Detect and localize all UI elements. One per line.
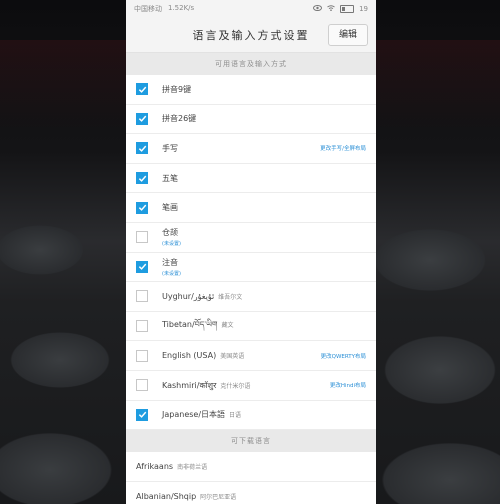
input-method-list: 拼音9键拼音26键手写 更改手写/全屏布局五笔笔画仓颉 (未设置) 注音 (未设置) Uy… (126, 75, 376, 431)
input-method-label: English (USA) (162, 351, 217, 361)
section-header-available: 可用语言及输入方式 (126, 53, 376, 75)
input-method-label-block: 仓颉 (未设置) (162, 227, 181, 247)
input-method-row[interactable]: 注音 (未设置) (126, 253, 376, 283)
checkbox[interactable] (136, 231, 148, 244)
input-method-label: 手写 (162, 143, 178, 153)
checkbox[interactable] (136, 172, 148, 185)
input-method-label-block: Uyghur/ئۇيغۇر 维吾尔文 (162, 292, 242, 301)
title-bar: 语言及输入方式设置 编辑 (126, 18, 376, 53)
checkbox[interactable] (136, 320, 148, 333)
input-method-label-block: 拼音26键 (162, 113, 196, 124)
input-method-label: Japanese/日本語 (162, 410, 226, 420)
checkbox[interactable] (136, 260, 148, 273)
checkbox[interactable] (136, 408, 148, 421)
checkmark-icon (138, 175, 146, 182)
input-method-label: 注音 (162, 257, 178, 267)
layout-change-link[interactable]: 更改Hindi布局 (330, 381, 366, 389)
input-method-label: 拼音26键 (162, 114, 197, 124)
language-label: Albanian/Shqip (136, 492, 197, 502)
input-method-label: Uyghur/ئۇيغۇر (162, 291, 215, 301)
layout-change-link[interactable]: 更改QWERTY布局 (321, 352, 366, 360)
checkmark-icon (138, 204, 146, 212)
input-method-row[interactable]: 手写 更改手写/全屏布局 (126, 134, 376, 164)
phone-screen: 中国移动 1.52K/s 19 语言及输入方式设置 编辑 可用语言及输入方式 拼… (126, 0, 376, 504)
input-method-note: (未设置) (162, 270, 181, 277)
input-method-label: Tibetan/བོད་ཡིག (162, 319, 218, 329)
checkbox[interactable] (136, 112, 148, 125)
input-method-row[interactable]: 五笔 (126, 164, 376, 194)
wifi-icon (327, 5, 335, 13)
checkbox[interactable] (136, 83, 148, 96)
downloadable-language-row[interactable]: Albanian/Shqip 阿尔巴尼亚语 (126, 482, 376, 504)
input-method-label-block: Kashmiri/कॉशुर 克什米尔语 (162, 380, 250, 391)
eye-icon (313, 5, 323, 13)
checkbox[interactable] (136, 379, 148, 392)
input-method-row[interactable]: Japanese/日本語 日语 (126, 401, 376, 431)
checkmark-icon (138, 145, 146, 152)
input-method-label-block: English (USA) 美国英语 (162, 351, 244, 360)
input-method-label-block: 五笔 (162, 173, 178, 184)
language-sublabel: 阿尔巴尼亚语 (200, 494, 237, 502)
language-label: Afrikaans (136, 462, 174, 472)
downloadable-language-row[interactable]: Afrikaans 南非荷兰语 (126, 452, 376, 483)
input-method-label: 拼音9键 (162, 84, 192, 94)
input-method-label-block: Japanese/日本語 日语 (162, 409, 241, 420)
network-speed: 1.52K/s (168, 4, 195, 12)
input-method-row[interactable]: 笔画 (126, 193, 376, 223)
input-method-note: (未设置) (162, 241, 181, 248)
language-sublabel: 南非荷兰语 (177, 464, 208, 472)
checkbox[interactable] (136, 142, 148, 155)
input-method-row[interactable]: 仓颉 (未设置) (126, 223, 376, 253)
input-method-label: Kashmiri/कॉशुर (162, 380, 217, 390)
input-method-label: 笔画 (162, 203, 178, 213)
input-method-label-block: 拼音9键 (162, 84, 191, 95)
status-bar: 中国移动 1.52K/s 19 (126, 0, 376, 18)
input-method-row[interactable]: 拼音9键 (126, 75, 376, 105)
input-method-label: 仓颉 (162, 228, 178, 238)
input-method-sublabel: 维吾尔文 (218, 293, 243, 301)
input-method-row[interactable]: Tibetan/བོད་ཡིག 藏文 (126, 312, 376, 342)
input-method-sublabel: 日语 (229, 412, 242, 420)
section-header-downloadable: 可下载语言 (126, 430, 376, 453)
input-method-row[interactable]: 拼音26键 (126, 105, 376, 135)
checkbox[interactable] (136, 290, 148, 303)
input-method-row[interactable]: Kashmiri/कॉशुर 克什米尔语 更改Hindi布局 (126, 371, 376, 401)
input-method-sublabel: 美国英语 (220, 353, 245, 361)
battery-text: 19 (359, 5, 368, 13)
checkmark-icon (138, 412, 146, 419)
checkmark-icon (138, 116, 146, 123)
input-method-label-block: Tibetan/བོད་ཡིག 藏文 (162, 315, 234, 338)
input-method-label-block: 注音 (未设置) (162, 257, 181, 277)
input-method-row[interactable]: English (USA) 美国英语 更改QWERTY布局 (126, 341, 376, 371)
checkbox[interactable] (136, 201, 148, 214)
edit-button[interactable]: 编辑 (328, 24, 368, 46)
checkmark-icon (138, 264, 146, 271)
checkbox[interactable] (136, 349, 148, 362)
carrier-label: 中国移动 (134, 5, 162, 13)
input-method-label-block: 手写 (162, 143, 178, 154)
battery-icon (340, 5, 355, 13)
input-method-label-block: 笔画 (162, 202, 178, 213)
input-method-sublabel: 藏文 (221, 321, 234, 329)
input-method-label: 五笔 (162, 173, 178, 183)
input-method-row[interactable]: Uyghur/ئۇيغۇر 维吾尔文 (126, 282, 376, 312)
layout-change-link[interactable]: 更改手写/全屏布局 (320, 144, 366, 152)
downloadable-language-list: Afrikaans 南非荷兰语 Albanian/Shqip 阿尔巴尼亚语 (126, 452, 376, 504)
checkmark-icon (138, 86, 146, 93)
input-method-sublabel: 克什米尔语 (220, 382, 251, 390)
